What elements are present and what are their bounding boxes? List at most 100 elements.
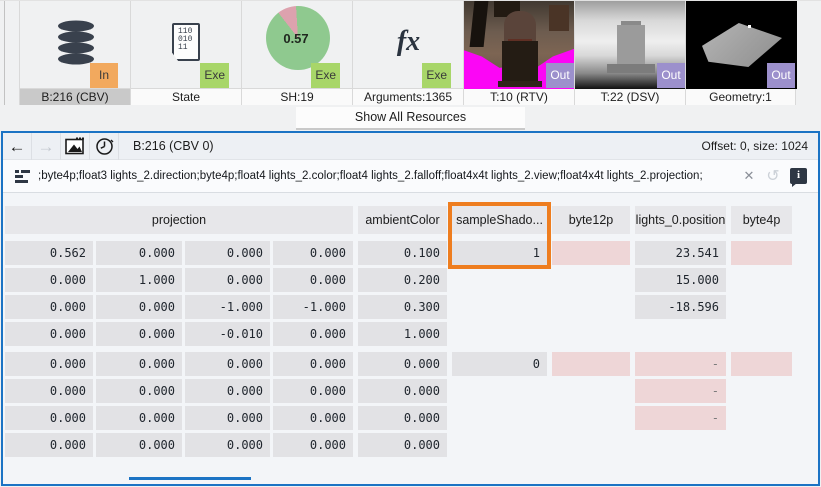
table-cell[interactable] [552,352,630,376]
table-cell[interactable]: 0.000 [273,379,353,403]
empty-cell [552,433,630,457]
empty-cell [552,295,630,319]
table-cell[interactable]: 1.000 [96,268,182,292]
table-cell[interactable] [731,352,792,376]
table-cell[interactable]: 0.000 [96,433,182,457]
table-cell[interactable]: 0.000 [358,352,447,376]
state-binary-icon: 110 010 11 [172,23,200,61]
empty-cell [452,406,547,430]
forward-icon: → [37,136,55,156]
empty-cell [731,379,792,403]
table-cell[interactable]: 0.000 [5,295,93,319]
table-row: 0.562 0.000 0.000 0.000 0.100 1 23.541 [5,241,816,265]
table-cell[interactable]: 0.000 [358,433,447,457]
table-cell[interactable]: 0.000 [5,433,93,457]
tile-label-shader[interactable]: SH:19 [242,89,352,106]
table-cell[interactable]: 0.000 [273,268,353,292]
panel-title: B:216 (CBV 0) [133,139,214,153]
table-cell[interactable]: 0.000 [185,352,270,376]
table-cell[interactable]: 0.000 [5,406,93,430]
forward-button[interactable]: → [32,132,61,160]
table-cell[interactable]: 0.000 [96,295,182,319]
table-cell[interactable]: -1.000 [273,295,353,319]
column-header-lights0position[interactable]: lights_0.position [635,206,726,234]
table-cell[interactable]: 0.000 [273,433,353,457]
table-cell[interactable] [731,241,792,265]
table-cell[interactable]: 0.000 [273,241,353,265]
table-cell[interactable]: - [635,379,726,403]
table-cell[interactable]: 0.000 [185,268,270,292]
table-cell[interactable]: 0.000 [358,379,447,403]
table-cell[interactable]: 0.000 [273,406,353,430]
badge-out: Out [767,63,795,88]
empty-cell [731,295,792,319]
table-cell[interactable]: 0.000 [5,322,93,346]
history-button[interactable] [90,132,119,160]
panel-header: ← → B:216 (CBV 0) Offset: 0, size: 1024 [3,132,818,160]
column-header-byte4p[interactable]: byte4p [731,206,792,234]
table-cell[interactable]: 0.000 [96,406,182,430]
tile-label-arguments[interactable]: Arguments:1365 [353,89,463,106]
table-cell[interactable]: 0.100 [358,241,447,265]
table-cell[interactable]: -1.000 [185,295,270,319]
horizontal-scrollbar-thumb[interactable] [129,477,251,480]
column-header-sampleshadow[interactable]: sampleShado... [452,206,547,234]
undo-button[interactable]: ↺ [760,166,786,186]
table-cell[interactable]: 0.000 [358,406,447,430]
show-all-resources-button[interactable]: Show All Resources [296,107,525,130]
format-string-input[interactable] [38,170,734,182]
table-cell[interactable]: 0.000 [96,241,182,265]
buffer-table: projection ambientColor sampleShado... b… [5,202,816,484]
table-cell[interactable]: 0.000 [96,322,182,346]
tile-depth-stencil[interactable]: Out T:22 (DSV) [574,1,686,106]
tile-state[interactable]: 110 010 11 Exe State [130,1,241,106]
table-cell[interactable]: 0.562 [5,241,93,265]
column-header-projection[interactable]: projection [5,206,353,234]
tile-label-cbv[interactable]: B:216 (CBV) [20,89,130,106]
table-cell[interactable]: - [635,352,726,376]
tile-arguments[interactable]: fx Exe Arguments:1365 [352,1,463,106]
table-cell[interactable]: 0.000 [5,352,93,376]
table-cell[interactable]: 0 [452,352,547,376]
table-cell[interactable]: 0.000 [185,406,270,430]
tile-label-geometry[interactable]: Geometry:1 [686,89,795,106]
clear-format-button[interactable]: ✕ [738,168,760,184]
tile-label-rtv[interactable]: T:10 (RTV) [464,89,574,106]
table-cell[interactable]: 0.000 [96,352,182,376]
tile-shader[interactable]: 0.57 Exe SH:19 [241,1,352,106]
table-cell[interactable]: 0.000 [5,268,93,292]
column-header-ambientcolor[interactable]: ambientColor [358,206,447,234]
table-cell[interactable]: -0.010 [185,322,270,346]
empty-cell [731,322,792,346]
table-cell[interactable]: -18.596 [635,295,726,319]
table-cell[interactable]: 15.000 [635,268,726,292]
table-cell[interactable]: 0.000 [273,352,353,376]
table-cell[interactable] [552,241,630,265]
table-cell[interactable]: - [635,406,726,430]
table-cell[interactable]: 0.000 [96,379,182,403]
table-cell[interactable]: 0.000 [185,379,270,403]
table-cell[interactable]: 1.000 [358,322,447,346]
empty-cell [731,268,792,292]
table-cell[interactable]: 0.000 [273,322,353,346]
table-cell[interactable]: 23.541 [635,241,726,265]
table-cell[interactable]: 0.000 [5,379,93,403]
tile-cbv-buffer[interactable]: In B:216 (CBV) [19,1,130,106]
column-header-byte12p[interactable]: byte12p [552,206,630,234]
table-body: 0.562 0.000 0.000 0.000 0.100 1 23.541 0.000 1.0… [5,241,816,457]
format-toggle-button[interactable] [10,164,34,188]
back-button[interactable]: ← [3,132,32,160]
badge-exe: Exe [311,63,340,88]
table-cell[interactable]: 0.000 [185,241,270,265]
undo-icon: ↺ [766,168,780,185]
table-cell[interactable]: 0.000 [185,433,270,457]
tile-label-dsv[interactable]: T:22 (DSV) [575,89,685,106]
table-cell[interactable]: 0.200 [358,268,447,292]
help-tooltip-icon[interactable]: i [790,168,807,187]
tile-render-target[interactable]: Out T:10 (RTV) [463,1,575,106]
table-cell[interactable]: 0.300 [358,295,447,319]
table-cell[interactable]: 1 [452,241,547,265]
tile-geometry[interactable]: Out Geometry:1 [685,1,797,106]
image-view-button[interactable] [61,132,90,160]
tile-label-state[interactable]: State [131,89,241,106]
